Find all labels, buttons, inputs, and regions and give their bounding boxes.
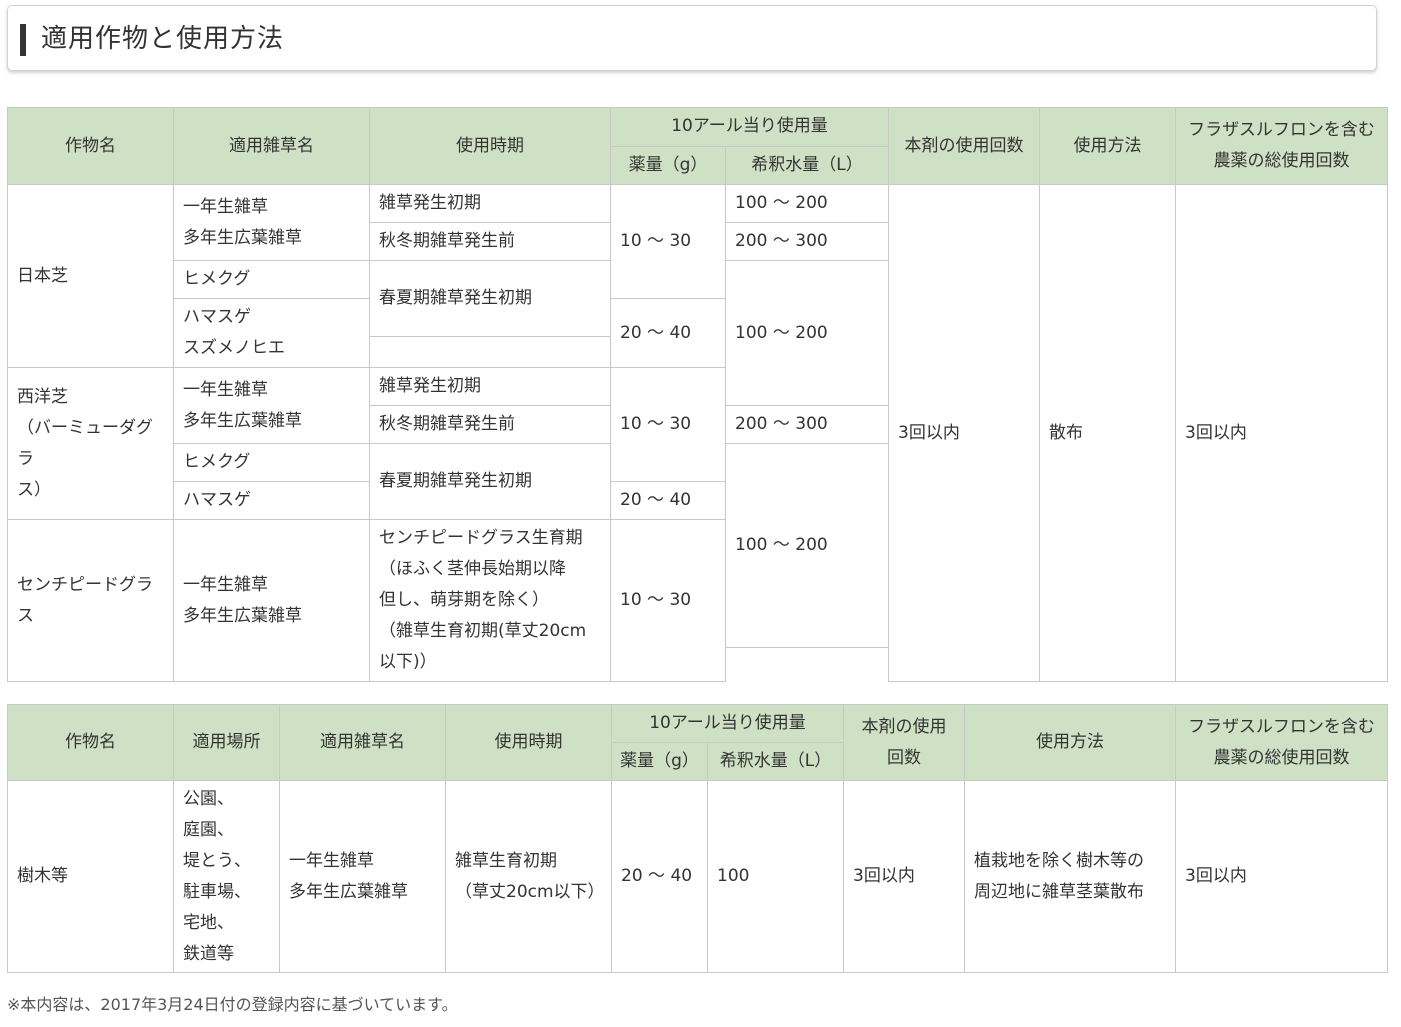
header-times: 本剤の使用 回数 (843, 704, 965, 781)
weed-line: スズメノヒエ (183, 338, 285, 358)
place-line: 公園、 (183, 788, 234, 809)
weed-cell: ヒメクグ (173, 443, 370, 482)
timing-cell: 秋冬期雑草発生前 (369, 222, 611, 261)
weed-cell: 一年生雑草 多年生広葉雑草 (173, 367, 370, 444)
crop-cell: 日本芝 (7, 184, 174, 368)
place-line: 鉄道等 (183, 943, 234, 964)
water-cell: 100 ～ 200 (725, 184, 889, 223)
header-drug: 薬量（g） (610, 145, 726, 185)
weed-cell: ヒメクグ (173, 260, 370, 299)
weed-line: 多年生広葉雑草 (183, 605, 302, 626)
timing-line: 以下)） (379, 652, 437, 672)
weed-line: 多年生広葉雑草 (183, 227, 302, 248)
weed-line: 一年生雑草 (183, 196, 268, 217)
total-cell: 3回以内 (1175, 780, 1388, 973)
weed-cell: 一年生雑草 多年生広葉雑草 (173, 519, 370, 682)
header-weed: 適用雑草名 (173, 107, 370, 185)
header-total-line: フラザスルフロンを含む (1188, 716, 1375, 737)
title-accent-bar (20, 24, 26, 56)
place-line: 堤とう、 (183, 850, 251, 871)
weed-cell: 一年生雑草 多年生広葉雑草 (173, 184, 370, 261)
weed-line: 一年生雑草 (289, 850, 374, 871)
timing-cell: 秋冬期雑草発生前 (369, 405, 611, 444)
header-weed: 適用雑草名 (279, 704, 446, 781)
timing-line: センチピードグラス生育期 (379, 528, 583, 548)
times-cell: 3回以内 (888, 184, 1040, 682)
timing-line: （雑草生育初期(草丈20cm (379, 621, 587, 641)
place-cell: 公園、 庭園、 堤とう、 駐車場、 宅地、 鉄道等 (173, 780, 280, 973)
method-cell: 植栽地を除く樹木等の 周辺地に雑草茎葉散布 (964, 780, 1176, 973)
timing-cell: 雑草生育初期 （草丈20cm以下） (445, 780, 612, 973)
place-line: 駐車場、 (183, 881, 251, 902)
method-line: 周辺地に雑草茎葉散布 (974, 881, 1144, 902)
header-place: 適用場所 (173, 704, 280, 781)
header-per10a: 10アール当り使用量 (610, 107, 889, 147)
timing-line: 雑草生育初期 (455, 850, 557, 871)
weed-cell: ハマスゲ (173, 481, 370, 520)
water-cell: 200 ～ 300 (725, 405, 889, 444)
crop-line: （バーミューダグラ (17, 417, 153, 469)
total-cell: 3回以内 (1175, 184, 1388, 682)
place-line: 庭園、 (183, 819, 234, 840)
times-cell: 3回以内 (843, 780, 965, 973)
footnote: ※本内容は、2017年3月24日付の登録内容に基づいています。 (7, 995, 458, 1014)
header-water: 希釈水量（L） (725, 145, 889, 185)
timing-cell: センチピードグラス生育期 （ほふく茎伸長始期以降 但し、萌芽期を除く） （雑草生… (369, 519, 611, 682)
header-method: 使用方法 (1039, 107, 1176, 185)
drug-cell: 20 ～ 40 (610, 481, 726, 520)
header-drug: 薬量（g） (611, 742, 708, 781)
section-title-box: 適用作物と使用方法 (7, 5, 1377, 71)
header-total: フラザスルフロンを含む 農薬の総使用回数 (1175, 107, 1388, 185)
water-cell: 100 ～ 200 (725, 260, 889, 406)
timing-line: 但し、萌芽期を除く） (379, 590, 549, 610)
usage-table-turf: 作物名 適用雑草名 使用時期 10アール当り使用量 本剤の使用回数 使用方法 フ… (7, 107, 1388, 682)
weed-line: 一年生雑草 (183, 574, 268, 595)
header-per10a: 10アール当り使用量 (611, 704, 844, 743)
drug-cell: 10 ～ 30 (610, 184, 726, 299)
timing-line: （ほふく茎伸長始期以降 (379, 559, 566, 579)
weed-cell: ハマスゲ スズメノヒエ (173, 298, 370, 368)
timing-cell: 雑草発生初期 (369, 184, 611, 223)
header-times-line: 本剤の使用 (861, 716, 947, 737)
timing-cell: 雑草発生初期 (369, 367, 611, 406)
weed-line: 多年生広葉雑草 (289, 881, 408, 902)
header-times: 本剤の使用回数 (888, 107, 1040, 185)
usage-table-trees: 作物名 適用場所 適用雑草名 使用時期 10アール当り使用量 本剤の使用 回数 … (7, 704, 1388, 973)
header-total-line: 農薬の総使用回数 (1213, 151, 1350, 171)
drug-cell: 10 ～ 30 (610, 519, 726, 682)
crop-cell: センチピードグラス (7, 519, 174, 682)
weed-line: ハマスゲ (183, 307, 251, 327)
timing-cell: 春夏期雑草発生初期 (369, 260, 611, 337)
header-method: 使用方法 (964, 704, 1176, 781)
water-cell: 100 ～ 200 (725, 443, 889, 648)
drug-cell: 20 ～ 40 (611, 780, 708, 973)
header-total-line: フラザスルフロンを含む (1188, 120, 1375, 140)
crop-line: 西洋芝 (17, 386, 68, 407)
crop-cell: 樹木等 (7, 780, 174, 973)
weed-line: 一年生雑草 (183, 379, 268, 400)
header-total: フラザスルフロンを含む 農薬の総使用回数 (1175, 704, 1388, 781)
header-crop: 作物名 (7, 107, 174, 185)
header-timing: 使用時期 (445, 704, 612, 781)
header-timing: 使用時期 (369, 107, 611, 185)
header-total-line: 農薬の総使用回数 (1213, 747, 1350, 768)
weed-cell: 一年生雑草 多年生広葉雑草 (279, 780, 446, 973)
drug-cell: 20 ～ 40 (610, 298, 726, 368)
section-title: 適用作物と使用方法 (41, 24, 285, 54)
water-cell: 100 (707, 780, 844, 973)
header-crop: 作物名 (7, 704, 174, 781)
drug-cell: 10 ～ 30 (610, 367, 726, 482)
method-line: 植栽地を除く樹木等の (974, 850, 1144, 871)
crop-cell: 西洋芝 （バーミューダグラ ス） (7, 367, 174, 520)
weed-line: 多年生広葉雑草 (183, 410, 302, 431)
header-water: 希釈水量（L） (707, 742, 844, 781)
timing-cell: 春夏期雑草発生初期 (369, 443, 611, 520)
method-cell: 散布 (1039, 184, 1176, 682)
timing-line: （草丈20cm以下） (455, 881, 605, 902)
place-line: 宅地、 (183, 912, 234, 933)
header-times-line: 回数 (887, 747, 921, 768)
crop-line: ス） (17, 479, 51, 500)
water-cell: 200 ～ 300 (725, 222, 889, 261)
